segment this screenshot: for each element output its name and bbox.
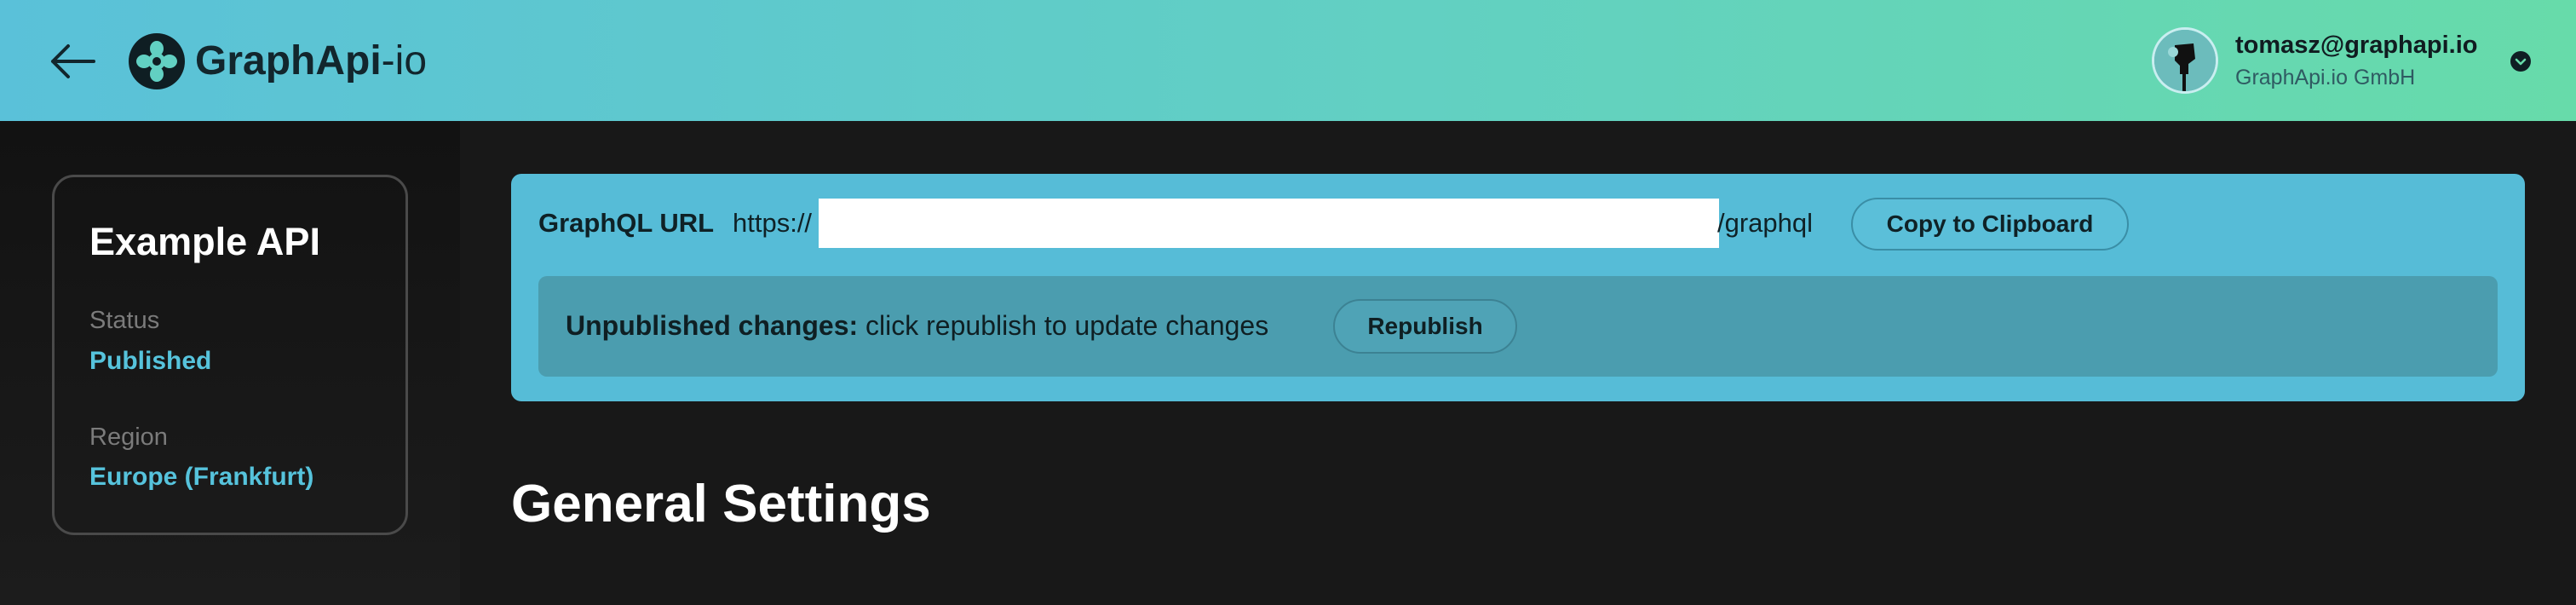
unpublished-changes-title: Unpublished changes: — [566, 310, 859, 341]
brand-name: GraphApi — [195, 38, 382, 84]
brand-logo-text: GraphApi-io — [195, 36, 427, 87]
unpublished-changes-banner: Unpublished changes: click republish to … — [538, 276, 2498, 377]
unpublished-changes-text: click republish to update changes — [858, 310, 1269, 341]
sidebar: Example API Status Published Region Euro… — [0, 121, 460, 605]
graphql-url-panel: GraphQL URL https:// /graphql Copy to Cl… — [511, 174, 2525, 401]
url-redacted-host — [819, 199, 1719, 248]
unpublished-changes-message: Unpublished changes: click republish to … — [566, 310, 1268, 342]
arrow-left-icon — [51, 44, 95, 78]
user-email[interactable]: tomasz@graphapi.io — [2235, 32, 2477, 60]
url-prefix: https:// — [733, 208, 813, 238]
api-name: Example API — [89, 220, 320, 263]
back-button[interactable] — [49, 43, 95, 80]
chevron-down-icon — [2510, 51, 2531, 72]
top-header: GraphApi-io tomasz@graphapi.io GraphApi.… — [0, 0, 2576, 121]
republish-button[interactable]: Republish — [1333, 299, 1517, 354]
status-value: Published — [89, 347, 212, 375]
graphql-url-label: GraphQL URL — [538, 208, 715, 238]
status-label: Status — [89, 307, 160, 334]
copy-to-clipboard-button[interactable]: Copy to Clipboard — [1851, 198, 2129, 251]
region-value: Europe (Frankfurt) — [89, 463, 314, 491]
api-info-card: Example API Status Published Region Euro… — [52, 175, 408, 535]
user-menu-toggle[interactable] — [2510, 50, 2532, 72]
section-title: General Settings — [511, 475, 931, 533]
graphapi-logo-icon — [129, 33, 185, 89]
region-label: Region — [89, 424, 168, 451]
url-suffix: /graphql — [1717, 208, 1814, 238]
brand-suffix: -io — [381, 38, 428, 84]
user-organization: GraphApi.io GmbH — [2235, 66, 2416, 89]
avatar[interactable] — [2152, 27, 2218, 94]
